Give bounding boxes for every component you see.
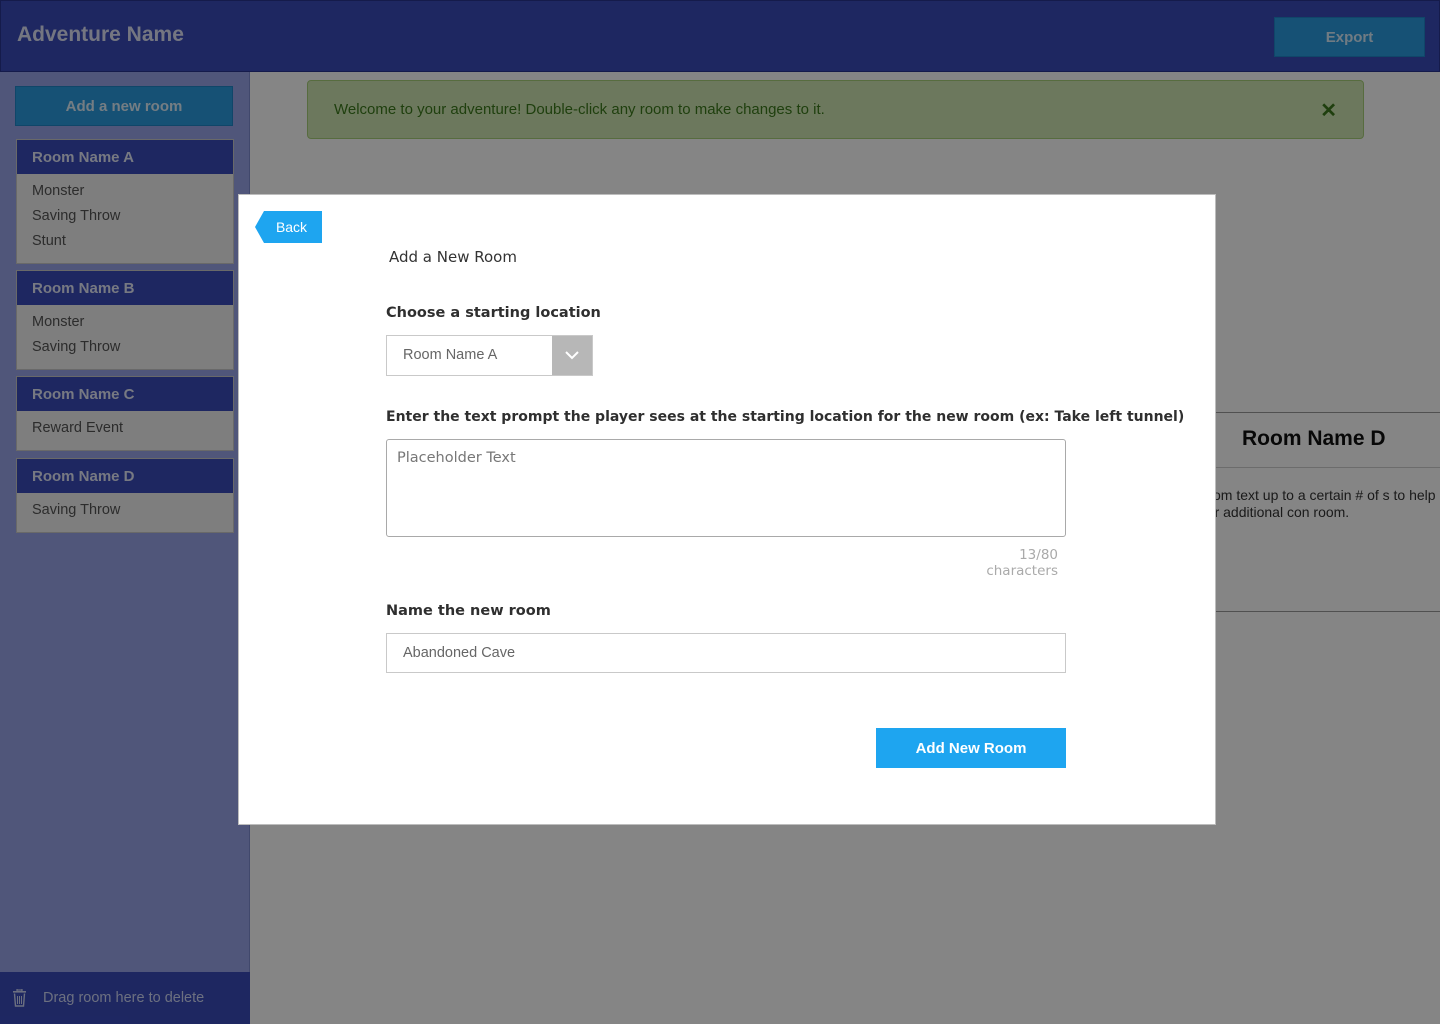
starting-location-select[interactable]: Room Name A (386, 335, 593, 376)
character-counter: 13/80 characters (986, 547, 1058, 579)
add-room-modal: Back Add a New Room Choose a starting lo… (238, 194, 1216, 825)
room-name-input[interactable]: Abandoned Cave (386, 633, 1066, 673)
add-new-room-submit-button[interactable]: Add New Room (876, 728, 1066, 768)
modal-title: Add a New Room (389, 248, 517, 266)
room-name-label: Name the new room (386, 603, 551, 619)
prompt-textarea[interactable]: Placeholder Text (386, 439, 1066, 537)
starting-location-label: Choose a starting location (386, 305, 601, 321)
back-button[interactable]: Back (255, 211, 322, 243)
select-value: Room Name A (403, 347, 498, 363)
prompt-label: Enter the text prompt the player sees at… (386, 409, 1185, 425)
chevron-down-icon[interactable] (552, 336, 592, 375)
